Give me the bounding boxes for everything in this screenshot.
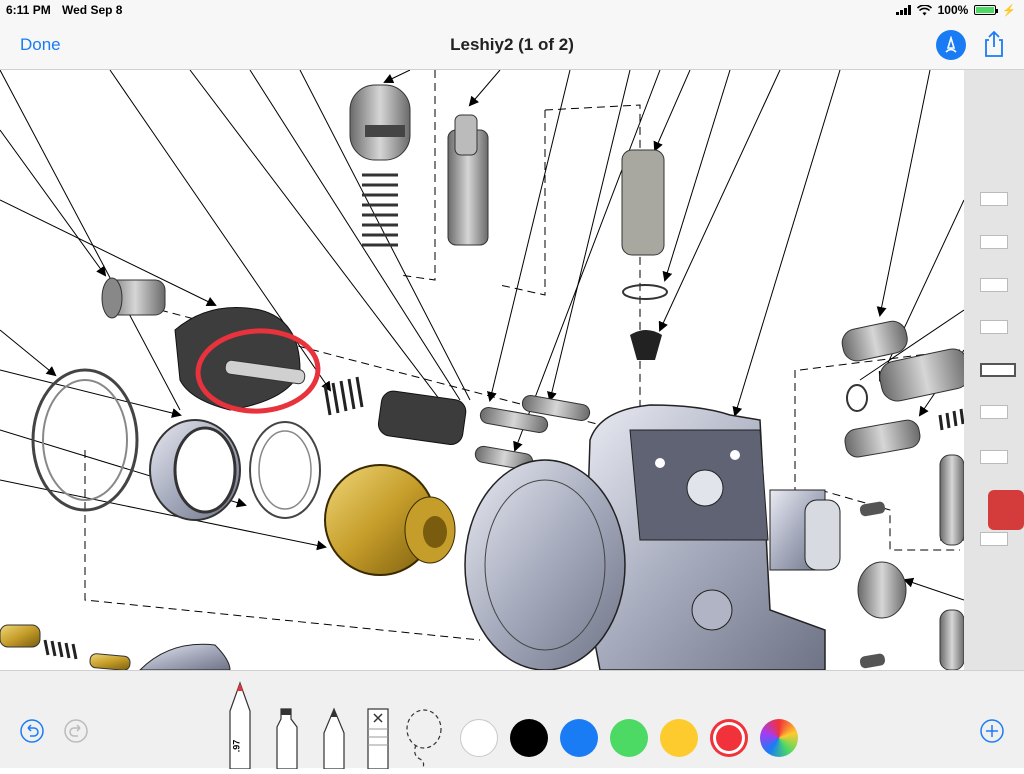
color-picker-multicolor[interactable] [760, 719, 798, 757]
share-icon [985, 30, 1003, 57]
document-canvas[interactable] [0, 70, 1024, 670]
cellular-signal-icon [895, 5, 911, 15]
color-green[interactable] [610, 719, 648, 757]
page-thumbnail-rail[interactable] [964, 70, 1024, 670]
lasso-tool[interactable] [404, 707, 444, 770]
battery-percent: 100% [937, 3, 969, 17]
pen-width-label: .97 [231, 739, 242, 753]
color-red-selected[interactable] [710, 719, 748, 757]
markup-button[interactable] [936, 30, 966, 60]
eraser-tool[interactable] [366, 707, 390, 770]
page-thumbnail[interactable] [980, 320, 1008, 334]
color-black[interactable] [510, 719, 548, 757]
document-title: Leshiy2 (1 of 2) [450, 35, 574, 54]
markup-pen-icon [945, 36, 957, 53]
exploded-parts-drawing [0, 70, 964, 670]
undo-icon [20, 719, 44, 743]
status-bar: 6:11 PM Wed Sep 8 100% ⚡ [0, 0, 1024, 20]
wifi-icon [916, 4, 932, 15]
markup-toolbar: .97 [0, 670, 1024, 770]
pencil-tool[interactable] [320, 707, 348, 770]
status-date: Wed Sep 8 [62, 3, 123, 17]
redo-button[interactable] [64, 719, 88, 748]
page-thumbnail[interactable] [988, 490, 1024, 530]
status-right: 100% ⚡ [895, 3, 1016, 17]
pen-tool[interactable]: .97 [226, 681, 254, 770]
page-thumbnail[interactable] [980, 278, 1008, 292]
page-thumbnail[interactable] [980, 192, 1008, 206]
color-yellow[interactable] [660, 719, 698, 757]
page-thumbnail[interactable] [980, 235, 1008, 249]
battery-icon [974, 5, 999, 15]
redo-icon [64, 719, 88, 743]
page-thumbnail-selected[interactable] [980, 363, 1016, 377]
nav-bar: Done Leshiy2 (1 of 2) [0, 20, 1024, 70]
color-blue[interactable] [560, 719, 598, 757]
page-thumbnail[interactable] [980, 450, 1008, 464]
add-button[interactable] [980, 719, 1004, 748]
page-thumbnail[interactable] [980, 532, 1008, 546]
page-thumbnail[interactable] [980, 405, 1008, 419]
status-time: 6:11 PM [6, 3, 51, 17]
highlighter-tool[interactable] [273, 707, 301, 770]
share-button[interactable] [982, 30, 1006, 58]
charging-bolt-icon: ⚡ [1002, 4, 1016, 17]
undo-button[interactable] [20, 719, 44, 748]
color-white[interactable] [460, 719, 498, 757]
add-icon [980, 719, 1004, 743]
